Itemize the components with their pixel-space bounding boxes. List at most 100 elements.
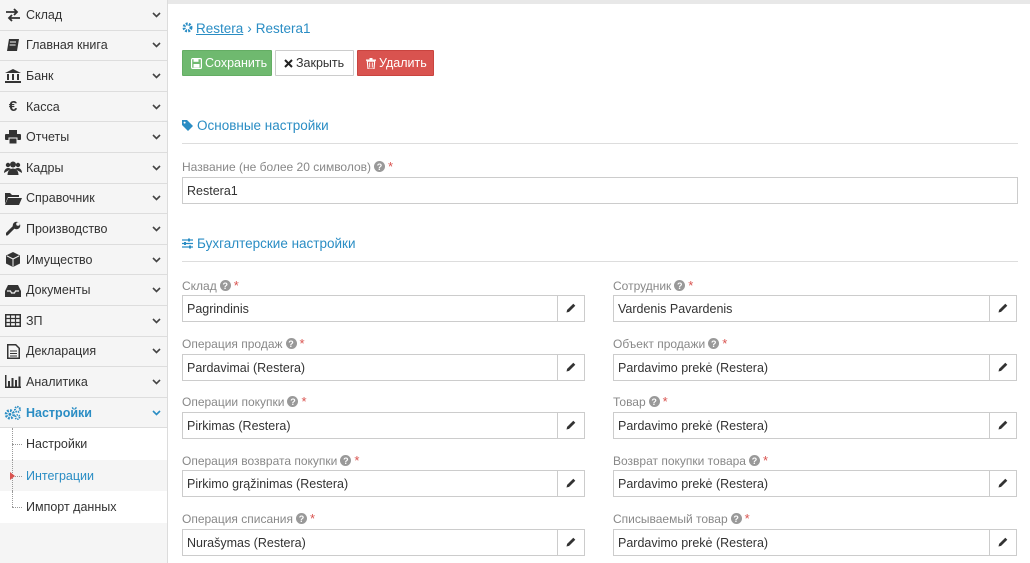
sidebar-item-label: Настройки bbox=[26, 405, 92, 420]
sales-operation-input[interactable]: Pardavimai (Restera) bbox=[182, 354, 558, 381]
printer-icon bbox=[4, 129, 22, 145]
chevron-down-icon bbox=[149, 134, 163, 140]
sidebar: Склад Главная книга Банк € Касса Отчеты … bbox=[0, 0, 168, 563]
sidebar-item-warehouse[interactable]: Склад bbox=[0, 0, 167, 31]
sidebar-subitem-settings[interactable]: Настройки bbox=[0, 428, 167, 460]
chevron-down-icon bbox=[149, 226, 163, 232]
employee-edit-button[interactable] bbox=[989, 295, 1017, 322]
required-marker: * bbox=[744, 511, 750, 526]
writeoff-operation-input[interactable]: Nurašymas (Restera) bbox=[182, 529, 558, 556]
help-icon[interactable]: ? bbox=[648, 396, 660, 407]
sidebar-subitem-label: Интеграции bbox=[26, 468, 95, 483]
sidebar-item-production[interactable]: Производство bbox=[0, 214, 167, 245]
sidebar-item-label: Производство bbox=[26, 221, 108, 236]
help-icon[interactable]: ? bbox=[295, 513, 307, 524]
gears-icon bbox=[4, 405, 22, 421]
sidebar-item-analytics[interactable]: Аналитика bbox=[0, 367, 167, 398]
users-icon bbox=[4, 160, 22, 176]
pencil-icon bbox=[566, 536, 576, 550]
purchase-return-goods-input[interactable]: Pardavimo prekė (Restera) bbox=[613, 470, 990, 497]
employee-label: Сотрудник ? * bbox=[613, 278, 693, 293]
sidebar-item-reports[interactable]: Отчеты bbox=[0, 122, 167, 153]
writeoff-operation-edit-button[interactable] bbox=[557, 529, 585, 556]
purchase-return-goods-edit-button[interactable] bbox=[989, 470, 1017, 497]
sidebar-item-label: Декларация bbox=[26, 344, 97, 359]
floppy-icon bbox=[191, 57, 202, 69]
sidebar-item-bank[interactable]: Банк bbox=[0, 61, 167, 92]
active-marker-icon bbox=[10, 471, 15, 480]
sidebar-subitem-integrations[interactable]: Интеграции bbox=[0, 459, 167, 492]
purchase-operations-input[interactable]: Pirkimas (Restera) bbox=[182, 412, 558, 439]
sidebar-item-declaration[interactable]: Декларация bbox=[0, 336, 167, 368]
purchase-operations-edit-button[interactable] bbox=[557, 412, 585, 439]
breadcrumb-root-link[interactable]: Restera bbox=[196, 21, 243, 36]
sidebar-item-cash[interactable]: € Касса bbox=[0, 91, 167, 123]
section-title-accounting: Бухгалтерские настройки bbox=[182, 236, 355, 251]
folder-open-icon bbox=[4, 190, 22, 206]
warehouse-input[interactable]: Pagrindinis bbox=[182, 295, 558, 322]
writeoff-goods-input[interactable]: Pardavimo prekė (Restera) bbox=[613, 529, 990, 556]
close-button[interactable]: Закрыть bbox=[275, 50, 354, 76]
sales-object-input[interactable]: Pardavimo prekė (Restera) bbox=[613, 354, 990, 381]
employee-input[interactable]: Vardenis Pavardenis bbox=[613, 295, 990, 322]
sidebar-item-settings[interactable]: Настройки bbox=[0, 397, 167, 429]
sidebar-item-label: ЗП bbox=[26, 313, 43, 328]
sidebar-item-property[interactable]: Имущество bbox=[0, 244, 167, 276]
sidebar-item-documents[interactable]: Документы bbox=[0, 275, 167, 306]
delete-button-label: Удалить bbox=[379, 56, 427, 70]
sidebar-subitem-label: Настройки bbox=[26, 437, 88, 452]
required-marker: * bbox=[309, 511, 316, 526]
required-marker: * bbox=[301, 394, 307, 409]
section-divider bbox=[182, 261, 1018, 262]
sidebar-item-hr[interactable]: Кадры bbox=[0, 152, 167, 184]
gear-icon bbox=[182, 21, 193, 36]
help-icon[interactable]: ? bbox=[340, 455, 352, 466]
sidebar-item-label: Кадры bbox=[26, 160, 64, 175]
label-text: Операция возврата покупки bbox=[182, 453, 338, 468]
book-icon bbox=[4, 37, 22, 53]
sales-operation-edit-button[interactable] bbox=[557, 354, 585, 381]
save-button[interactable]: Сохранить bbox=[182, 50, 272, 76]
sidebar-item-label: Справочник bbox=[26, 191, 95, 206]
breadcrumb: Restera › Restera1 bbox=[182, 21, 311, 36]
delete-button[interactable]: Удалить bbox=[357, 50, 434, 76]
help-icon[interactable]: ? bbox=[730, 513, 742, 524]
name-input[interactable]: Restera1 bbox=[182, 177, 1018, 204]
wrench-icon bbox=[4, 221, 22, 237]
writeoff-goods-label: Списываемый товар ? * bbox=[613, 511, 750, 526]
writeoff-goods-edit-button[interactable] bbox=[989, 529, 1017, 556]
label-text: Возврат покупки товара bbox=[613, 453, 746, 468]
warehouse-edit-button[interactable] bbox=[557, 295, 585, 322]
section-divider bbox=[182, 143, 1018, 144]
required-marker: * bbox=[299, 336, 305, 351]
toolbar: Сохранить Закрыть Удалить bbox=[182, 50, 437, 76]
help-icon[interactable]: ? bbox=[748, 455, 760, 466]
help-icon[interactable]: ? bbox=[285, 338, 297, 349]
sidebar-item-label: Аналитика bbox=[26, 374, 88, 389]
inbox-icon bbox=[4, 282, 22, 298]
help-icon[interactable]: ? bbox=[219, 280, 231, 291]
sidebar-item-directory[interactable]: Справочник bbox=[0, 183, 167, 215]
pencil-icon bbox=[998, 477, 1008, 491]
label-text: Объект продажи bbox=[613, 336, 706, 351]
sidebar-item-general-ledger[interactable]: Главная книга bbox=[0, 30, 167, 62]
sidebar-subitem-import-data[interactable]: Импорт данных bbox=[0, 491, 167, 523]
sidebar-item-salary[interactable]: ЗП bbox=[0, 305, 167, 337]
help-icon[interactable]: ? bbox=[287, 396, 299, 407]
chevron-down-icon bbox=[149, 256, 163, 263]
label-text: Сотрудник bbox=[613, 278, 672, 293]
goods-input[interactable]: Pardavimo prekė (Restera) bbox=[613, 412, 990, 439]
goods-edit-button[interactable] bbox=[989, 412, 1017, 439]
help-icon[interactable]: ? bbox=[674, 280, 686, 291]
pencil-icon bbox=[998, 302, 1008, 316]
sales-object-edit-button[interactable] bbox=[989, 354, 1017, 381]
tag-icon bbox=[182, 120, 193, 131]
required-marker: * bbox=[662, 394, 668, 409]
purchase-return-operation-input[interactable]: Pirkimo grąžinimas (Restera) bbox=[182, 470, 558, 497]
breadcrumb-current: Restera1 bbox=[255, 21, 311, 36]
help-icon[interactable]: ? bbox=[708, 338, 720, 349]
label-text: Операция продаж bbox=[182, 336, 283, 351]
pencil-icon bbox=[566, 302, 576, 316]
purchase-return-operation-edit-button[interactable] bbox=[557, 470, 585, 497]
help-icon[interactable]: ? bbox=[374, 161, 386, 172]
